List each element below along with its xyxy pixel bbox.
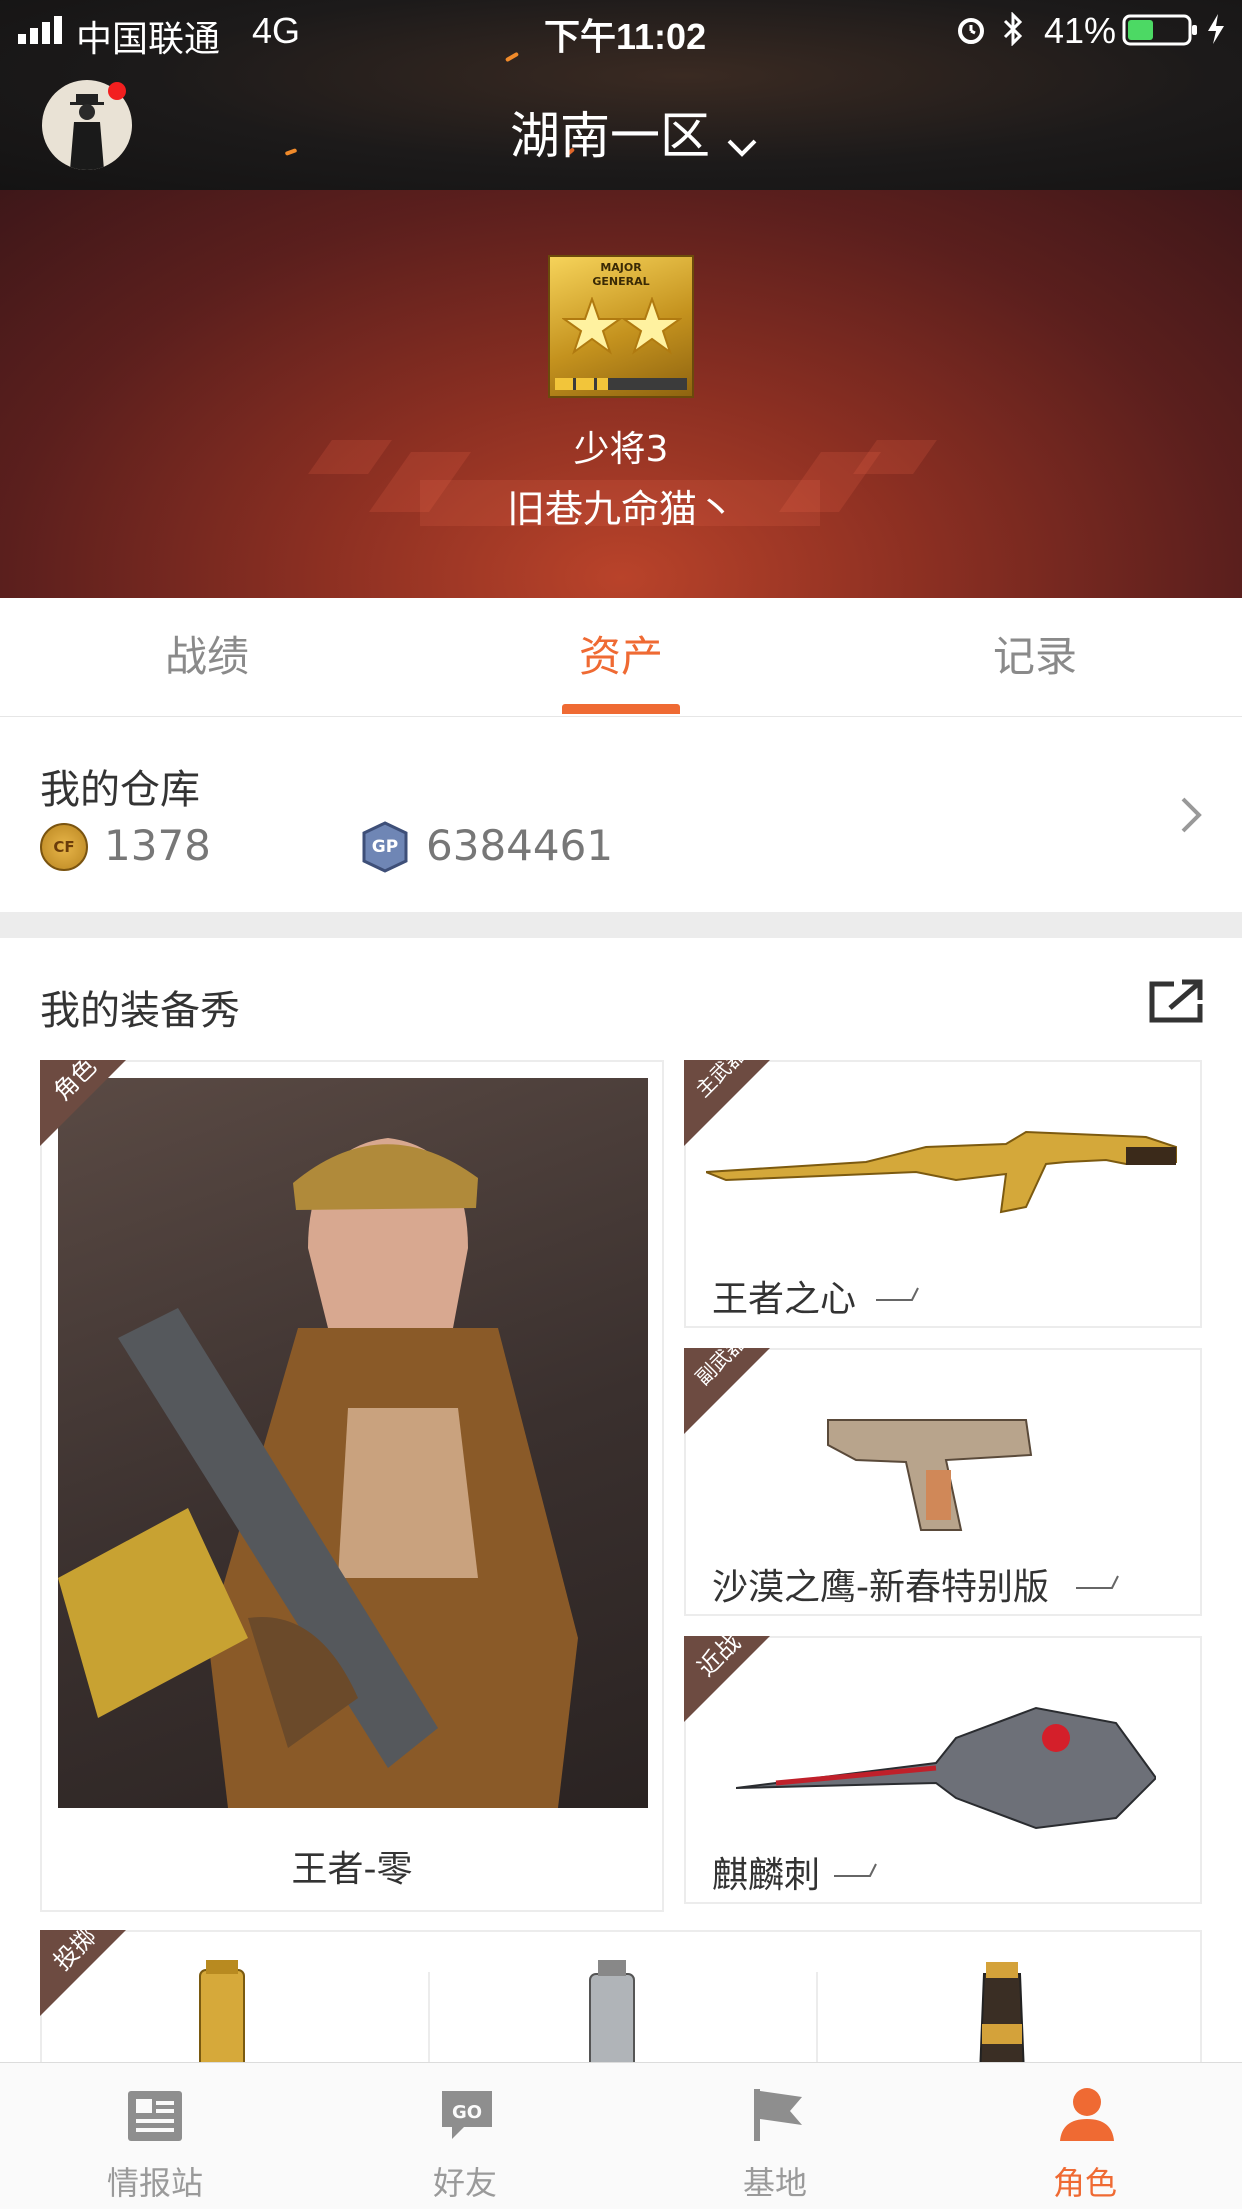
secondary-weapon-image bbox=[826, 1400, 1046, 1544]
nav-label: 好友 bbox=[432, 2164, 497, 2202]
melee-weapon-card[interactable]: 麒麟刺 近战 bbox=[684, 1636, 1202, 1904]
ember-decoration bbox=[284, 148, 298, 156]
secondary-weapon-card[interactable]: 沙漠之鹰-新春特别版 副武器 bbox=[684, 1348, 1202, 1616]
category-tag: 投掷 bbox=[40, 1930, 126, 2016]
tab-stats[interactable]: 战绩 bbox=[0, 598, 414, 716]
category-tag: 近战 bbox=[684, 1636, 770, 1722]
melee-weapon-name: 麒麟刺 bbox=[712, 1855, 821, 1896]
rank-progress-bar bbox=[555, 378, 687, 390]
tab-records[interactable]: 记录 bbox=[828, 598, 1242, 716]
character-card[interactable]: 王者-零 角色 bbox=[40, 1060, 664, 1912]
primary-weapon-card[interactable]: 王者之心 主武器 bbox=[684, 1060, 1202, 1328]
edit-line-icon bbox=[874, 1284, 920, 1308]
equipment-show-title: 我的装备秀 bbox=[40, 988, 240, 1034]
nav-label: 基地 bbox=[742, 2164, 807, 2202]
newspaper-icon bbox=[126, 2089, 184, 2147]
cf-coin-amount: 1378 bbox=[104, 821, 211, 870]
warehouse-row[interactable]: 我的仓库 CF 1378 GP 6384461 bbox=[0, 717, 1242, 912]
ember-decoration bbox=[504, 51, 520, 63]
server-name: 湖南一区 bbox=[510, 107, 710, 165]
share-icon[interactable] bbox=[1148, 978, 1204, 1030]
section-divider bbox=[0, 912, 1242, 938]
warehouse-title: 我的仓库 bbox=[40, 767, 200, 813]
throwable-item-image[interactable] bbox=[972, 1954, 1032, 2078]
gp-icon-text: GP bbox=[371, 837, 399, 857]
primary-weapon-image bbox=[705, 1102, 1186, 1226]
flag-icon bbox=[750, 2087, 806, 2147]
charging-icon bbox=[1205, 12, 1227, 50]
tab-bar: 战绩 资产 记录 bbox=[0, 598, 1242, 717]
melee-weapon-image bbox=[735, 1668, 1158, 1842]
cf-coin-icon: CF bbox=[40, 823, 88, 871]
rank-badge-line1: MAJOR bbox=[600, 261, 642, 274]
category-tag: 主武器 bbox=[684, 1060, 770, 1146]
nav-label: 角色 bbox=[1052, 2164, 1117, 2202]
nav-item-base[interactable]: 基地 bbox=[620, 2063, 930, 2209]
nav-item-character[interactable]: 角色 bbox=[930, 2063, 1240, 2209]
status-time: 下午11:02 bbox=[544, 16, 707, 57]
nav-item-friends[interactable]: GO 好友 bbox=[310, 2063, 620, 2209]
bottom-nav: 情报站 GO 好友 基地 角色 bbox=[0, 2062, 1242, 2209]
tab-active-indicator bbox=[562, 704, 680, 714]
signal-icon bbox=[18, 16, 68, 44]
primary-weapon-name: 王者之心 bbox=[712, 1279, 857, 1320]
tab-assets[interactable]: 资产 bbox=[414, 598, 828, 716]
cf-coin-icon-text: CF bbox=[53, 838, 75, 856]
rank-badge: MAJOR GENERAL bbox=[548, 255, 694, 398]
alarm-icon bbox=[955, 14, 987, 50]
gp-icon: GP bbox=[360, 821, 410, 873]
server-selector[interactable]: 湖南一区 bbox=[510, 96, 759, 165]
gp-amount: 6384461 bbox=[426, 821, 614, 870]
chevron-right-icon bbox=[1178, 795, 1204, 839]
rank-badge-line2: GENERAL bbox=[592, 275, 650, 288]
person-icon bbox=[1058, 2085, 1116, 2147]
bluetooth-icon bbox=[1002, 11, 1024, 50]
notification-dot bbox=[108, 82, 126, 100]
battery-icon bbox=[1122, 12, 1202, 52]
nav-label: 情报站 bbox=[106, 2164, 203, 2202]
nav-item-news[interactable]: 情报站 bbox=[0, 2063, 310, 2209]
secondary-weapon-name: 沙漠之鹰-新春特别版 bbox=[712, 1567, 1049, 1608]
rank-name: 少将3 bbox=[573, 429, 669, 470]
category-tag: 角色 bbox=[40, 1060, 126, 1146]
player-name: 旧巷九命猫丶 bbox=[506, 487, 735, 531]
character-image bbox=[58, 1078, 648, 1808]
edit-line-icon bbox=[832, 1860, 878, 1884]
network-type: 4G bbox=[252, 10, 301, 51]
carrier-name: 中国联通 bbox=[76, 18, 221, 59]
battery-percent: 41% bbox=[1044, 10, 1117, 51]
star-icon bbox=[560, 295, 684, 359]
chat-bubble-icon: GO bbox=[438, 2087, 496, 2147]
character-name: 王者-零 bbox=[291, 1849, 413, 1890]
category-tag: 副武器 bbox=[684, 1348, 770, 1434]
top-header: 中国联通 4G 下午11:02 41% 湖南一区 bbox=[0, 0, 1242, 190]
chevron-down-icon bbox=[725, 135, 759, 163]
edit-line-icon bbox=[1074, 1572, 1120, 1596]
svg-text:GO: GO bbox=[452, 2102, 482, 2123]
